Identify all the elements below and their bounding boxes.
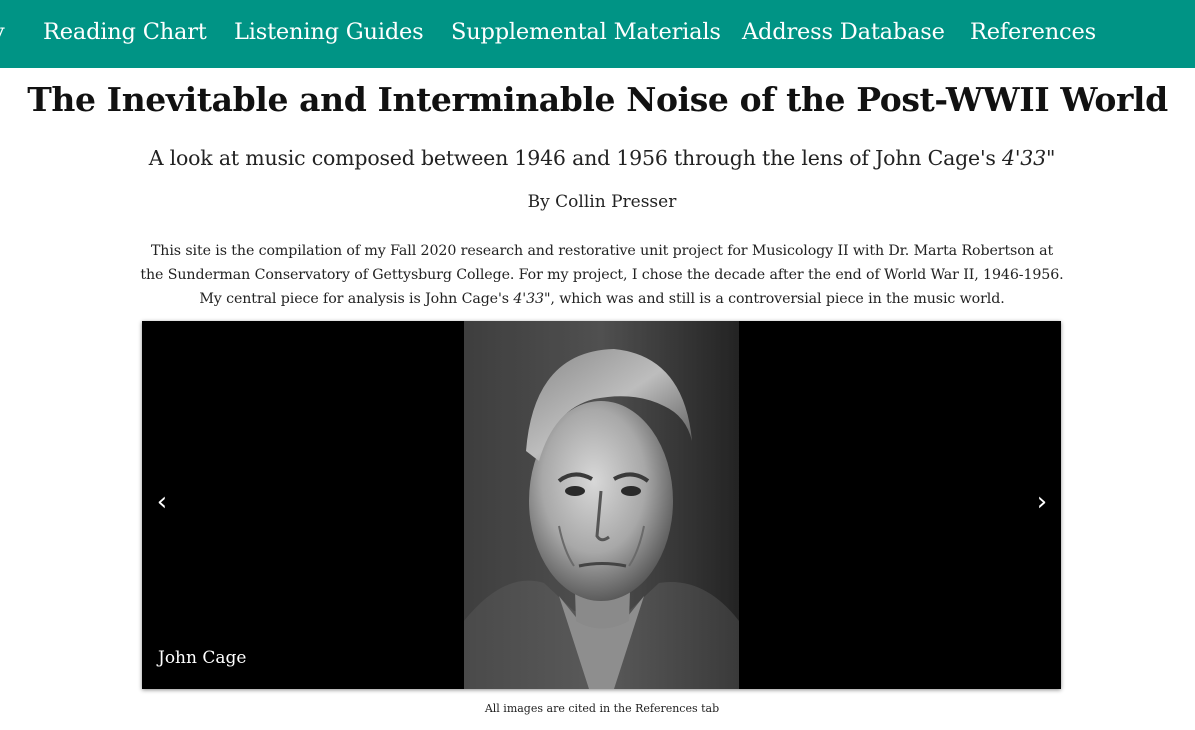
intro-line: the Sunderman Conservatory of Gettysburg…	[140, 267, 1064, 283]
intro-text: , which was and still is a controversial…	[550, 291, 1005, 307]
nav-item-supplemental-materials[interactable]: Supplemental Materials	[451, 0, 721, 68]
nav-item-references[interactable]: References	[970, 0, 1096, 68]
nav-item-address-database[interactable]: Address Database	[742, 0, 945, 68]
page-title: The Inevitable and Interminable Noise of…	[27, 80, 1168, 119]
subtitle-text: A look at music composed between 1946 an…	[148, 146, 1003, 170]
carousel-next-button[interactable]: ›	[1030, 487, 1054, 517]
intro-line: My central piece for analysis is John Ca…	[130, 287, 1074, 311]
intro-piece-title: 4'33"	[513, 291, 551, 307]
page-subtitle: A look at music composed between 1946 an…	[0, 146, 1195, 170]
top-nav: y Reading Chart Listening Guides Supplem…	[0, 0, 1195, 68]
carousel-caption: John Cage	[158, 648, 247, 668]
carousel-prev-button[interactable]: ‹	[150, 487, 174, 517]
subtitle-piece-title: 4'33"	[1002, 146, 1056, 170]
intro-text: My central piece for analysis is John Ca…	[199, 291, 514, 307]
john-cage-portrait	[464, 321, 739, 689]
intro-paragraph: This site is the compilation of my Fall …	[130, 239, 1074, 311]
nav-item-listening-guides[interactable]: Listening Guides	[234, 0, 424, 68]
image-carousel: ‹ › John Cage	[142, 321, 1061, 689]
byline: By Collin Presser	[527, 192, 677, 212]
image-credits-note: All images are cited in the References t…	[484, 702, 720, 715]
nav-item-reading-chart[interactable]: Reading Chart	[43, 0, 207, 68]
intro-line: This site is the compilation of my Fall …	[150, 243, 1054, 259]
nav-item-partial[interactable]: y	[0, 0, 5, 68]
